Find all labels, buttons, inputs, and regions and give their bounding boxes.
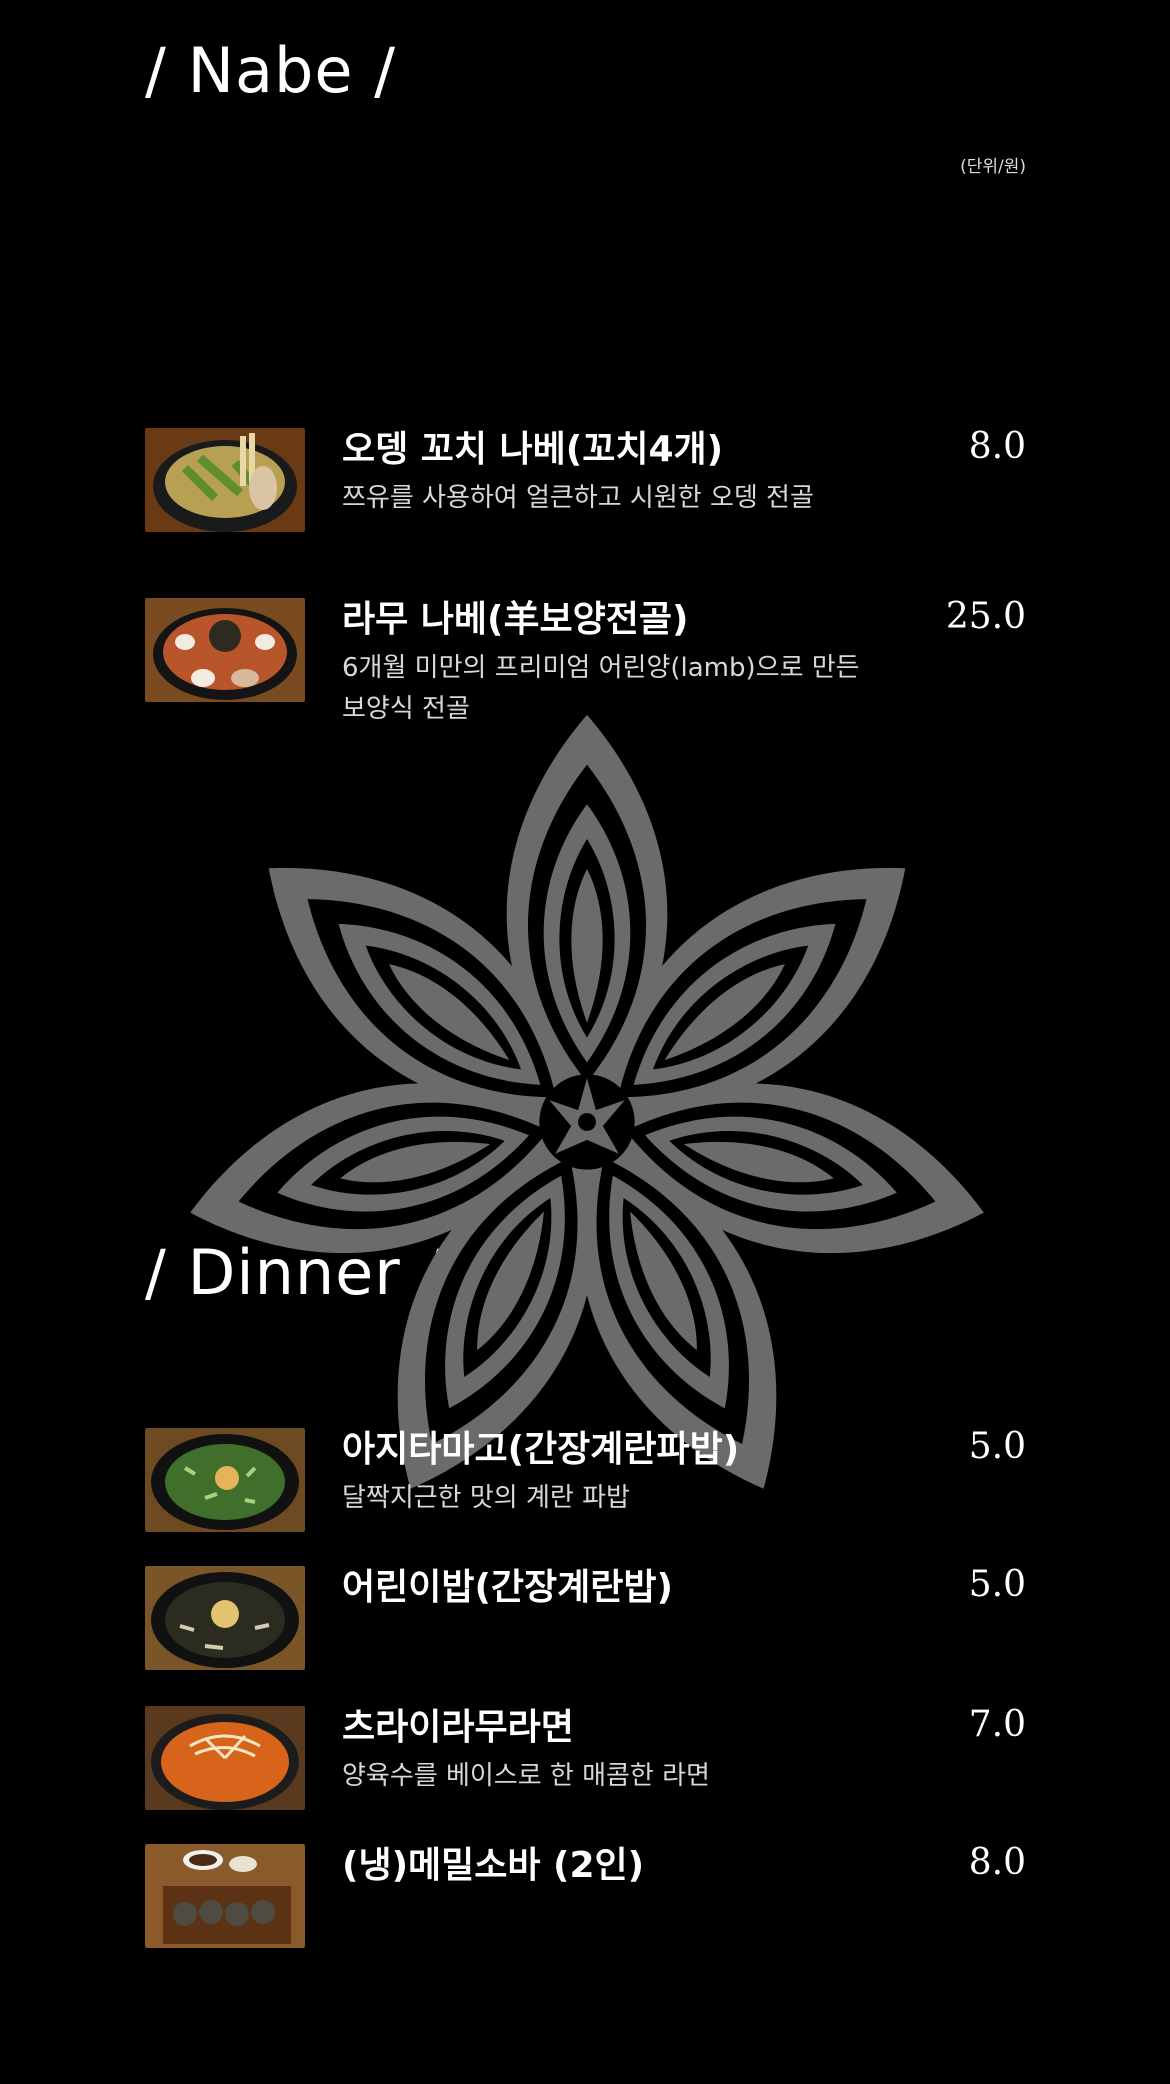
item-name: 라무 나베(羊보양전골) <box>342 599 689 640</box>
kids-egg-rice-photo <box>145 1566 305 1670</box>
price-unit-note: (단위/원) <box>960 157 1026 177</box>
flower-ornament-icon <box>190 714 984 1489</box>
item-description: 달짝지근한 맛의 계란 파밥 <box>342 1483 630 1513</box>
cold-soba-photo <box>145 1844 305 1948</box>
item-name: 오뎅 꼬치 나베(꼬치4개) <box>342 429 724 470</box>
item-description: 양육수를 베이스로 한 매콤한 라면 <box>342 1761 710 1791</box>
item-name: (냉)메밀소바 (2인) <box>342 1845 645 1886</box>
oden-hotpot-photo <box>145 428 305 532</box>
item-price: 8.0 <box>968 1842 1026 1883</box>
item-price: 25.0 <box>945 596 1026 637</box>
item-name: 아지타마고(간장계란파밥) <box>342 1429 740 1470</box>
lamb-hotpot-photo <box>145 598 305 702</box>
item-description: 쯔유를 사용하여 얼큰하고 시원한 오뎅 전골 <box>342 483 814 513</box>
egg-scallion-rice-photo <box>145 1428 305 1532</box>
item-name: 츠라이라무라면 <box>342 1707 574 1748</box>
item-price: 5.0 <box>968 1426 1026 1467</box>
spicy-lamb-ramen-photo <box>145 1706 305 1810</box>
item-price: 5.0 <box>968 1564 1026 1605</box>
item-description: 6개월 미만의 프리미엄 어린양(lamb)으로 만든 보양식 전골 <box>342 653 860 724</box>
item-price: 7.0 <box>968 1704 1026 1745</box>
nabe-section-title: / Nabe / <box>145 34 397 107</box>
item-name: 어린이밥(간장계란밥) <box>342 1567 673 1608</box>
item-price: 8.0 <box>968 426 1026 467</box>
